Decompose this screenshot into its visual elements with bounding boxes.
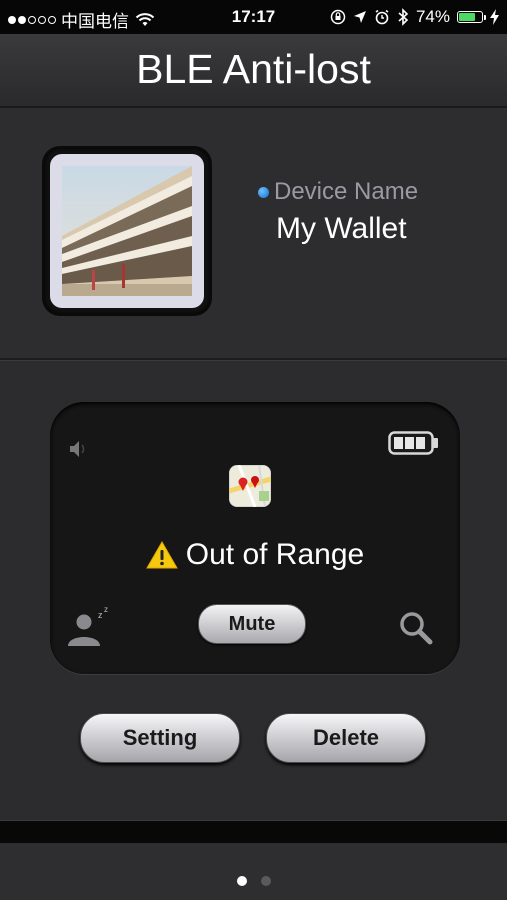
status-card: Out of Range z z Mute [50, 402, 460, 674]
map-icon[interactable] [229, 465, 271, 507]
location-arrow-icon [353, 11, 366, 23]
svg-text:z: z [104, 605, 108, 614]
device-battery-icon [388, 431, 438, 455]
page-dot-1[interactable] [236, 876, 247, 886]
search-icon[interactable] [398, 610, 434, 646]
connection-dot-icon [258, 186, 269, 198]
alarm-clock-icon [375, 9, 389, 25]
bottom-divider [0, 820, 507, 843]
status-text: Out of Range [185, 538, 365, 571]
sleep-icon[interactable]: z z [64, 604, 114, 648]
warning-icon [145, 541, 178, 569]
page-indicator[interactable] [0, 876, 507, 886]
connection-status: Out of Range [50, 538, 460, 572]
status-bar-right: 74% [330, 7, 499, 27]
speaker-icon[interactable] [66, 436, 92, 462]
device-photo-border [50, 154, 204, 308]
status-bar: 中国电信 17:17 74% [0, 0, 507, 34]
charging-bolt-icon [490, 9, 499, 25]
bottom-area [0, 843, 507, 900]
app-title: BLE Anti-lost [136, 46, 371, 92]
device-name-value[interactable]: My Wallet [276, 212, 407, 246]
svg-text:z: z [98, 610, 103, 620]
device-photo[interactable] [44, 148, 210, 314]
mute-button[interactable]: Mute [198, 604, 306, 644]
battery-level-fill [459, 13, 476, 21]
battery-percent: 74% [415, 7, 450, 26]
bluetooth-icon [398, 8, 409, 26]
device-panel: Device Name My Wallet [0, 108, 507, 360]
delete-button[interactable]: Delete [266, 713, 426, 763]
battery-icon [457, 11, 486, 23]
device-photo-image [62, 166, 192, 296]
setting-button[interactable]: Setting [80, 713, 240, 763]
device-name-label: Device Name [258, 178, 418, 206]
title-bar: BLE Anti-lost [0, 34, 507, 108]
orientation-lock-icon [330, 9, 346, 25]
device-name-label-text: Device Name [274, 178, 419, 205]
page-dot-2[interactable] [260, 876, 271, 886]
